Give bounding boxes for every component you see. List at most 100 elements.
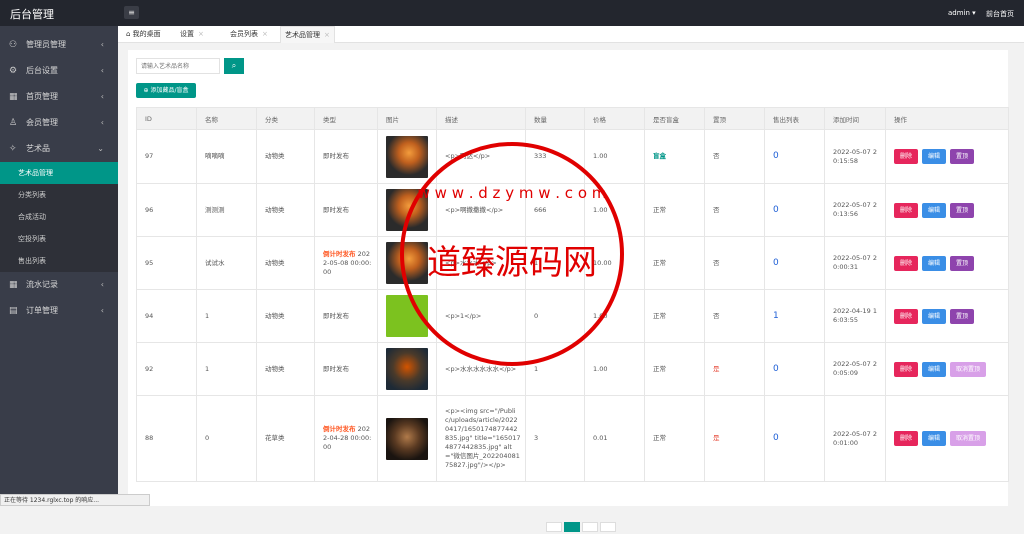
sidebar-item-label: 订单管理 [26, 306, 58, 315]
sidebar-subitem[interactable]: 空投列表 [0, 228, 118, 250]
sidebar-item[interactable]: ▤ 订单管理 ‹ [0, 298, 118, 324]
tab-artwork[interactable]: 艺术品管理 × [280, 26, 335, 43]
close-icon[interactable]: × [324, 31, 330, 39]
cell-sold: 0 [764, 342, 825, 396]
artwork-thumbnail[interactable] [386, 348, 428, 390]
table-row: 97 嘀嘀嘀 动物类 即时发布 <p>阿达</p> 333 1.00 盲盒 否 0 2022-05-… [136, 129, 1009, 184]
edit-button[interactable]: 编辑 [922, 308, 947, 324]
close-icon[interactable]: × [262, 30, 268, 38]
edit-button[interactable]: 编辑 [922, 361, 947, 377]
cell-blindbox: 正常 [644, 183, 705, 237]
artwork-thumbnail[interactable] [386, 417, 428, 460]
cell-actions: 删除 编辑 置顶 [885, 183, 1009, 237]
column-header: 价格 [584, 107, 645, 130]
search-button[interactable]: ⌕ [224, 58, 244, 74]
sold-count-link[interactable]: 0 [773, 433, 779, 443]
cell-image [377, 183, 437, 237]
cell-description: <p>阿达</p> [436, 129, 526, 184]
delete-button[interactable]: 删除 [894, 255, 919, 271]
home-link[interactable]: 前台首页 [986, 9, 1014, 19]
pin-button[interactable]: 置顶 [950, 308, 975, 324]
sidebar-subitem[interactable]: 艺术品管理 [0, 162, 118, 184]
countdown-tag: 倒计时发布 [323, 249, 356, 258]
sidebar-item[interactable]: ♙ 会员管理 ‹ [0, 110, 118, 136]
sold-count-link[interactable]: 1 [773, 311, 779, 321]
tab-desktop[interactable]: ⌂ 我的桌面 [122, 26, 165, 43]
delete-button[interactable]: 删除 [894, 149, 919, 164]
cell-time: 2022-05-07 20:05:09 [824, 342, 886, 396]
chevron-icon: ‹ [100, 40, 104, 49]
delete-button[interactable]: 删除 [894, 202, 919, 218]
delete-button[interactable]: 删除 [894, 308, 919, 324]
cell-time: 2022-04-19 16:03:55 [824, 289, 886, 343]
menu-icon[interactable]: ≡ [124, 6, 139, 19]
sold-count-link[interactable]: 0 [773, 258, 779, 268]
chevron-icon: ‹ [100, 66, 104, 75]
cell-actions: 删除 编辑 置顶 [885, 236, 1009, 290]
cell-time: 2022-05-07 20:15:58 [824, 129, 886, 184]
artwork-thumbnail[interactable] [386, 295, 428, 337]
cell-image [377, 342, 437, 396]
type-label: 即时发布 [323, 311, 349, 320]
pin-button[interactable]: 置顶 [950, 255, 975, 271]
page-prev[interactable] [546, 522, 562, 532]
table-row: 88 0 花草类 倒计时发布 2022-04-28 00:00:00 <p><img s… [136, 395, 1009, 482]
cell-id: 88 [136, 395, 197, 482]
sidebar-item[interactable]: ▦ 首页管理 ‹ [0, 84, 118, 110]
cell-description: <p><img src="/Public/uploads/article/202… [436, 395, 526, 482]
delete-button[interactable]: 删除 [894, 431, 919, 446]
user-icon: ⚇ [9, 40, 18, 50]
unpin-button[interactable]: 取消置顶 [950, 361, 987, 377]
blindbox-value: 正常 [653, 258, 666, 267]
cell-quantity: 666 [525, 183, 585, 237]
sold-count-link[interactable]: 0 [773, 151, 779, 161]
sidebar-subitem[interactable]: 分类列表 [0, 184, 118, 206]
page-current[interactable] [564, 522, 580, 532]
grid-icon: ▦ [9, 92, 18, 102]
sidebar-item[interactable]: ▦ 流水记录 ‹ [0, 272, 118, 298]
column-header: 是否盲盒 [644, 107, 705, 130]
cell-pinned: 否 [704, 129, 765, 184]
cell-quantity: 1 [525, 236, 585, 290]
edit-button[interactable]: 编辑 [922, 202, 947, 218]
pin-button[interactable]: 置顶 [950, 149, 975, 164]
edit-button[interactable]: 编辑 [922, 255, 947, 271]
cell-id: 97 [136, 129, 197, 184]
pin-button[interactable]: 置顶 [950, 202, 975, 218]
tab-members[interactable]: 会员列表 × [226, 26, 272, 43]
cell-price: 1.00 [584, 129, 645, 184]
user-menu[interactable]: admin ▾ [948, 9, 976, 17]
delete-button[interactable]: 删除 [894, 361, 919, 377]
cell-type: 即时发布 [314, 289, 378, 343]
sidebar-subitem[interactable]: 售出列表 [0, 250, 118, 272]
chevron-icon: ⌄ [97, 144, 104, 153]
cell-category: 动物类 [256, 236, 315, 290]
artwork-thumbnail[interactable] [386, 242, 428, 284]
sidebar-item-label: 后台设置 [26, 66, 58, 75]
page-next[interactable] [582, 522, 598, 532]
sidebar-item[interactable]: ⚇ 管理员管理 ‹ [0, 32, 118, 58]
blindbox-value: 正常 [653, 364, 666, 373]
artwork-thumbnail[interactable] [386, 189, 428, 231]
sidebar-subitem[interactable]: 合成活动 [0, 206, 118, 228]
cell-pinned: 否 [704, 183, 765, 237]
cell-sold: 0 [764, 183, 825, 237]
sold-count-link[interactable]: 0 [773, 205, 779, 215]
sold-count-link[interactable]: 0 [773, 364, 779, 374]
close-icon[interactable]: × [198, 30, 204, 38]
search-input[interactable] [136, 58, 220, 74]
unpin-button[interactable]: 取消置顶 [950, 431, 987, 446]
artwork-thumbnail[interactable] [386, 135, 428, 178]
tab-settings[interactable]: 设置 × [176, 26, 208, 43]
countdown-tag: 倒计时发布 [323, 425, 356, 433]
column-header: 图片 [377, 107, 437, 130]
edit-button[interactable]: 编辑 [922, 431, 947, 446]
cell-actions: 删除 编辑 取消置顶 [885, 395, 1009, 482]
add-artwork-button[interactable]: ⊕ 添加藏品/盲盒 [136, 83, 196, 98]
page-last[interactable] [600, 522, 616, 532]
sidebar-item[interactable]: ⚙ 后台设置 ‹ [0, 58, 118, 84]
cell-type: 倒计时发布 2022-05-08 00:00:00 [314, 236, 378, 290]
edit-button[interactable]: 编辑 [922, 149, 947, 164]
table-row: 95 试试水 动物类 倒计时发布 2022-05-08 00:00:00 <p>水水水<… [136, 236, 1009, 290]
sidebar-item[interactable]: ✧ 艺术品 ⌄ [0, 136, 118, 162]
